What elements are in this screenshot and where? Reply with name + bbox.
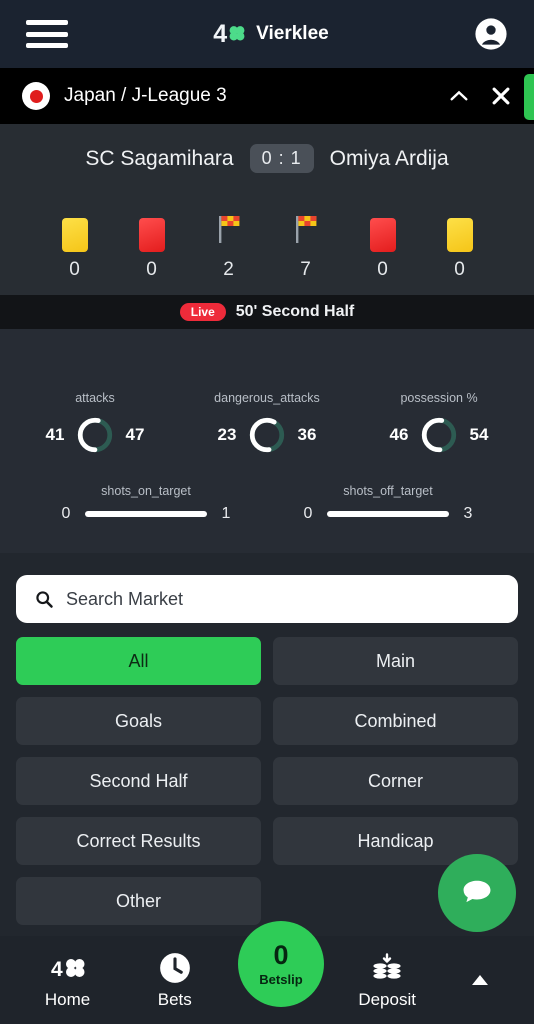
filter-chip-combined[interactable]: Combined <box>273 697 518 745</box>
teams-row: SC Sagamihara 0 : 1 Omiya Ardija <box>0 144 534 173</box>
filter-chip-main[interactable]: Main <box>273 637 518 685</box>
filter-chip-corner[interactable]: Corner <box>273 757 518 805</box>
donut-chart-icon <box>249 417 285 453</box>
search-input[interactable] <box>66 588 500 610</box>
stat-away-value: 1 <box>221 505 231 522</box>
stat-label: dangerous_attacks <box>214 391 320 405</box>
coins-deposit-icon <box>343 950 431 986</box>
japan-flag-icon <box>22 82 50 110</box>
card-corner-stats: 0 0 2 7 0 0 <box>0 213 534 295</box>
stat-label: possession % <box>400 391 478 405</box>
stat-icon-value: 0 <box>69 259 80 280</box>
stat-home-value: 41 <box>45 425 65 444</box>
stat-icon-value: 0 <box>454 259 465 280</box>
yellow-card-icon <box>446 218 473 252</box>
filter-chip-all[interactable]: All <box>16 637 261 685</box>
bottom-navigation: 4 Home Bets 0 Betslip Deposit <box>0 921 534 1024</box>
match-statistics-panel: attacks 41 47 dangerous_attacks 23 36 po… <box>0 329 534 553</box>
score-badge: 0 : 1 <box>249 144 314 173</box>
stat-icon-value: 7 <box>300 259 311 280</box>
stat-away-value: 3 <box>463 505 473 522</box>
nav-label-home: Home <box>44 990 91 1009</box>
donut-stats-row: attacks 41 47 dangerous_attacks 23 36 po… <box>0 391 534 454</box>
chevron-up-icon[interactable] <box>448 85 470 107</box>
filter-chip-other[interactable]: Other <box>16 877 261 925</box>
clover-icon <box>229 26 245 41</box>
stat-away-value: 54 <box>469 425 489 444</box>
stat-progress-bar <box>85 511 207 517</box>
nav-label-deposit: Deposit <box>358 990 416 1009</box>
filter-chip-goals[interactable]: Goals <box>16 697 261 745</box>
hamburger-menu-icon[interactable] <box>26 17 68 51</box>
stat-bar-shots-on-target: shots_on_target 0 1 <box>46 484 246 523</box>
stat-label: shots_off_target <box>343 484 433 498</box>
clover-home-icon: 4 <box>24 950 112 986</box>
stat-home-value: 23 <box>217 425 237 444</box>
caret-up-icon <box>472 975 489 985</box>
search-icon <box>36 591 53 608</box>
app-screen: 4 Vierklee Japan / J-League 3 SC Sagamih… <box>0 0 534 1024</box>
away-team-name: Omiya Ardija <box>329 146 449 170</box>
live-status-text: 50' Second Half <box>235 303 355 320</box>
stat-label: shots_on_target <box>101 484 191 498</box>
live-badge: Live <box>179 303 226 321</box>
stat-away-value: 36 <box>297 425 317 444</box>
red-card-icon <box>369 218 396 252</box>
corner-flag-icon <box>295 216 316 243</box>
stat-label: attacks <box>75 391 115 405</box>
bar-stats-row: shots_on_target 0 1 shots_off_target 0 3 <box>0 484 534 523</box>
brand-digit: 4 <box>213 19 227 48</box>
stat-away-value: 47 <box>125 425 145 444</box>
brand-logo[interactable]: 4 Vierklee <box>213 20 328 49</box>
live-status-bar: Live 50' Second Half <box>0 295 534 329</box>
red-card-icon <box>138 218 165 252</box>
stat-bar-shots-off-target: shots_off_target 0 3 <box>288 484 488 523</box>
side-drawer-handle[interactable] <box>524 74 534 120</box>
stat-icon-item: 0 <box>135 218 169 281</box>
stat-home-value: 0 <box>61 505 71 522</box>
stat-home-value: 0 <box>303 505 313 522</box>
stat-icon-item: 2 <box>212 213 246 281</box>
account-circle-icon[interactable] <box>474 17 508 51</box>
brand-name: Vierklee <box>256 23 329 44</box>
yellow-card-icon <box>61 218 88 252</box>
stat-home-value: 46 <box>389 425 409 444</box>
stat-icon-item: 7 <box>289 213 323 281</box>
nav-label-bets: Bets <box>157 990 192 1009</box>
league-title: Japan / J-League 3 <box>64 85 227 106</box>
corner-flag-icon <box>218 216 239 243</box>
stat-icon-item: 0 <box>58 218 92 281</box>
home-team-name: SC Sagamihara <box>85 146 234 170</box>
filter-chip-correct-results[interactable]: Correct Results <box>16 817 261 865</box>
betslip-button[interactable]: 0 Betslip <box>237 921 324 1007</box>
stat-icon-value: 0 <box>377 259 388 280</box>
expand-nav-button[interactable] <box>450 971 510 989</box>
stat-progress-bar <box>327 511 449 517</box>
search-market-box[interactable] <box>16 575 518 623</box>
stat-donut-attacks: attacks 41 47 <box>20 391 170 454</box>
nav-item-home[interactable]: 4 Home <box>24 950 112 1010</box>
donut-chart-icon <box>421 417 457 453</box>
nav-item-bets[interactable]: Bets <box>131 950 219 1010</box>
league-actions <box>448 85 512 107</box>
nav-item-deposit[interactable]: Deposit <box>343 950 431 1010</box>
clock-icon <box>131 950 219 986</box>
stat-icon-value: 0 <box>146 259 157 280</box>
scoreboard: SC Sagamihara 0 : 1 Omiya Ardija 0 0 2 7… <box>0 124 534 295</box>
svg-text:4: 4 <box>51 958 63 981</box>
stat-donut-dangerous-attacks: dangerous_attacks 23 36 <box>192 391 342 454</box>
chat-fab-button[interactable] <box>438 854 516 932</box>
league-bar: Japan / J-League 3 <box>0 68 534 124</box>
betslip-label: Betslip <box>259 971 303 987</box>
close-icon[interactable] <box>490 85 512 107</box>
filter-chip-second-half[interactable]: Second Half <box>16 757 261 805</box>
betslip-count: 0 <box>273 939 289 970</box>
stat-icon-value: 2 <box>223 259 234 280</box>
chat-bubble-icon <box>463 880 491 903</box>
stat-donut-possession: possession % 46 54 <box>364 391 514 454</box>
stat-icon-item: 0 <box>366 218 400 281</box>
app-header: 4 Vierklee <box>0 0 534 68</box>
stat-icon-item: 0 <box>443 218 477 281</box>
donut-chart-icon <box>77 417 113 453</box>
